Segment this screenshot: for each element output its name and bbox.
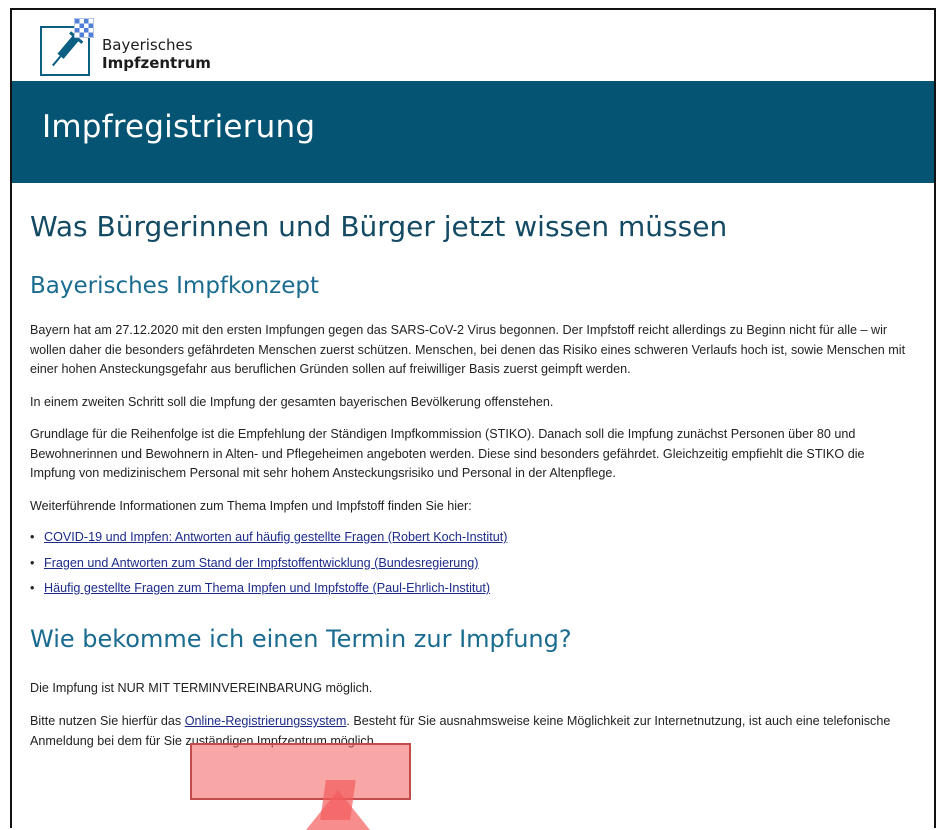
paragraph-termin-required: Die Impfung ist NUR MIT TERMINVEREINBARU…	[30, 680, 373, 695]
logo-line2: Impfzentrum	[102, 54, 211, 72]
link-online-registration[interactable]: Online-Registrierungssystem	[185, 714, 347, 728]
main-content: Was Bürgerinnen und Bürger jetzt wissen …	[30, 210, 910, 751]
logo-line1: Bayerisches	[102, 36, 193, 54]
pointer-arrow-icon	[306, 790, 370, 830]
registration-text-before: Bitte nutzen Sie hierfür das	[30, 714, 185, 728]
link-pei-faq[interactable]: Häufig gestellte Fragen zum Thema Impfen…	[44, 581, 490, 595]
link-rki-faq[interactable]: COVID-19 und Impfen: Antworten auf häufi…	[44, 530, 507, 544]
link-bundesregierung[interactable]: Fragen und Antworten zum Stand der Impfs…	[44, 556, 479, 570]
header-banner: Impfregistrierung	[12, 81, 934, 183]
page-title: Impfregistrierung	[42, 109, 316, 145]
paragraph-stiko: Grundlage für die Reihenfolge ist die Em…	[30, 427, 865, 480]
paragraph-intro: Bayern hat am 27.12.2020 mit den ersten …	[30, 323, 906, 376]
list-item: Fragen und Antworten zum Stand der Impfs…	[30, 554, 910, 574]
paragraph-more-info: Weiterführende Informationen zum Thema I…	[30, 498, 472, 513]
highlight-box	[190, 743, 411, 800]
list-item: COVID-19 und Impfen: Antworten auf häufi…	[30, 528, 910, 548]
list-item: Häufig gestellte Fragen zum Thema Impfen…	[30, 579, 910, 599]
paragraph-registration: Bitte nutzen Sie hierfür das Online-Regi…	[30, 712, 910, 751]
bavaria-crest-icon	[73, 17, 95, 39]
logo-text: Bayerisches Impfzentrum	[102, 36, 211, 72]
main-heading: Was Bürgerinnen und Bürger jetzt wissen …	[30, 210, 728, 243]
section-heading-termin: Wie bekomme ich einen Termin zur Impfung…	[30, 624, 572, 653]
section-heading-impfkonzept: Bayerisches Impfkonzept	[30, 273, 320, 299]
info-links-list: COVID-19 und Impfen: Antworten auf häufi…	[30, 528, 910, 599]
paragraph-second-step: In einem zweiten Schritt soll die Impfun…	[30, 394, 554, 409]
